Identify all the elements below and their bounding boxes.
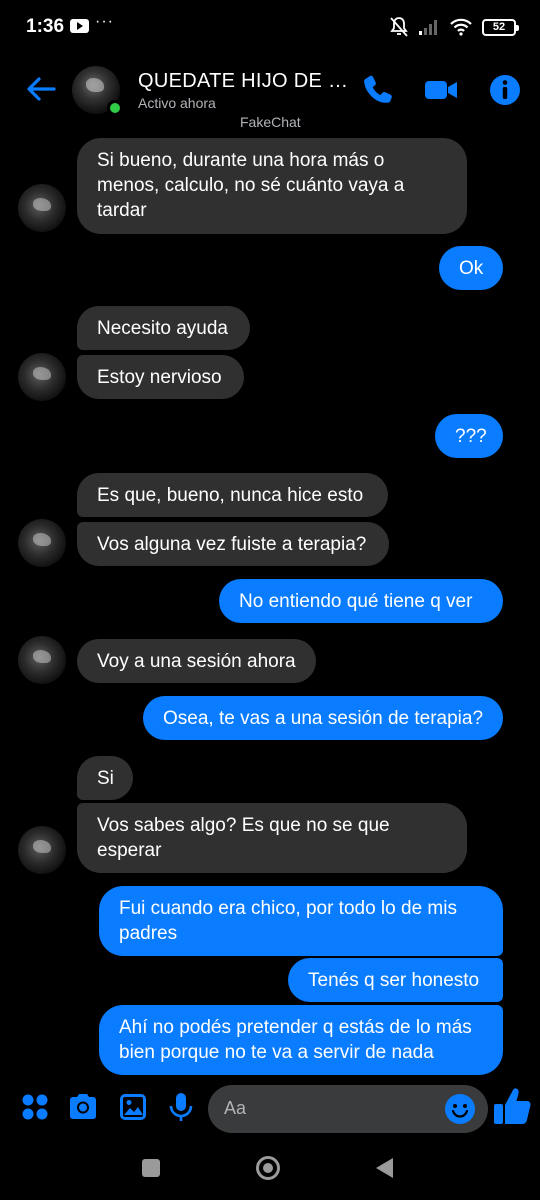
- microphone-icon[interactable]: [164, 1090, 198, 1124]
- message-input-placeholder: Aa: [224, 1098, 247, 1118]
- signal-icon: [419, 20, 437, 35]
- message-line: Ok: [459, 258, 484, 279]
- message-outgoing[interactable]: Ok: [439, 246, 503, 290]
- message-line: Ahí no podés pretender q estás de lo más: [119, 1017, 472, 1038]
- sender-avatar[interactable]: [18, 826, 66, 874]
- system-nav-bar: [0, 1138, 540, 1200]
- message-line: Estoy nervioso: [97, 367, 222, 388]
- message-line: padres: [119, 923, 178, 944]
- home-button[interactable]: [256, 1156, 280, 1180]
- message-incoming[interactable]: Si bueno, durante una hora más o menos, …: [77, 138, 467, 234]
- contact-status: Activo ahora: [138, 95, 216, 111]
- message-outgoing[interactable]: Osea, te vas a una sesión de terapia?: [143, 696, 503, 740]
- chat-header: QUEDATE HIJO DE PU... Activo ahora FakeC…: [0, 56, 540, 136]
- video-camera-icon[interactable]: [423, 72, 459, 108]
- status-icons: 52: [389, 14, 519, 40]
- sender-avatar[interactable]: [18, 636, 66, 684]
- message-outgoing[interactable]: Ahí no podés pretender q estás de lo más…: [99, 1005, 503, 1075]
- status-bar: 1:36 ··· 52: [0, 0, 540, 56]
- message-incoming[interactable]: Si: [77, 756, 133, 800]
- message-line: Es que, bueno, nunca hice esto: [97, 485, 364, 506]
- message-incoming[interactable]: Vos alguna vez fuiste a terapia?: [77, 522, 389, 566]
- message-line: Necesito ayuda: [97, 318, 228, 339]
- message-incoming[interactable]: Vos sabes algo? Es que no se que esperar: [77, 803, 467, 873]
- message-line: No entiendo qué tiene q ver: [239, 591, 473, 612]
- message-line: Vos sabes algo? Es que no se que: [97, 815, 390, 836]
- recents-button[interactable]: [142, 1159, 160, 1177]
- back-arrow-icon[interactable]: [24, 72, 58, 106]
- sender-avatar[interactable]: [18, 184, 66, 232]
- watermark-text: FakeChat: [240, 114, 301, 130]
- wifi-icon: [450, 18, 472, 36]
- phone-icon[interactable]: [361, 72, 397, 108]
- status-time: 1:36: [26, 16, 65, 37]
- image-icon[interactable]: [116, 1090, 150, 1124]
- message-line: ???: [455, 426, 487, 447]
- message-incoming[interactable]: Estoy nervioso: [77, 355, 244, 399]
- message-input[interactable]: Aa: [208, 1085, 488, 1133]
- message-line: Vos alguna vez fuiste a terapia?: [97, 534, 367, 555]
- youtube-notification-icon: [70, 19, 89, 33]
- message-outgoing[interactable]: Tenés q ser honesto: [288, 958, 503, 1002]
- message-line: Voy a una sesión ahora: [97, 651, 296, 672]
- message-line: Fui cuando era chico, por todo lo de mis: [119, 898, 457, 919]
- message-incoming[interactable]: Es que, bueno, nunca hice esto: [77, 473, 388, 517]
- emoji-icon[interactable]: [444, 1093, 476, 1125]
- camera-icon[interactable]: [66, 1090, 100, 1124]
- message-outgoing[interactable]: Fui cuando era chico, por todo lo de mis…: [99, 886, 503, 956]
- more-notifications-icon: ···: [95, 13, 114, 30]
- back-button[interactable]: [376, 1158, 393, 1178]
- message-line: bien porque no te va a servir de nada: [119, 1042, 434, 1063]
- sender-avatar[interactable]: [18, 353, 66, 401]
- info-icon[interactable]: [487, 72, 523, 108]
- battery-icon: 52: [482, 18, 519, 36]
- sender-avatar[interactable]: [18, 519, 66, 567]
- apps-icon[interactable]: [18, 1090, 52, 1124]
- message-incoming[interactable]: Voy a una sesión ahora: [77, 639, 316, 683]
- message-list[interactable]: Si bueno, durante una hora más o menos, …: [0, 136, 540, 1080]
- message-line: esperar: [97, 840, 162, 861]
- message-outgoing[interactable]: No entiendo qué tiene q ver: [219, 579, 503, 623]
- message-incoming[interactable]: Necesito ayuda: [77, 306, 250, 350]
- message-line: Tenés q ser honesto: [308, 970, 480, 991]
- message-line: Si: [97, 768, 114, 789]
- message-line: menos, calculo, no sé cuánto vaya a: [97, 175, 405, 196]
- message-outgoing[interactable]: ???: [435, 414, 503, 458]
- muted-bell-icon: [390, 17, 408, 37]
- online-indicator: [107, 100, 123, 116]
- message-line: Si bueno, durante una hora más o: [97, 150, 385, 171]
- message-line: tardar: [97, 200, 147, 221]
- message-line: Osea, te vas a una sesión de terapia?: [163, 708, 484, 729]
- thumbs-up-icon[interactable]: [492, 1084, 532, 1128]
- contact-name[interactable]: QUEDATE HIJO DE PU...: [138, 70, 358, 93]
- message-composer: Aa: [0, 1080, 540, 1138]
